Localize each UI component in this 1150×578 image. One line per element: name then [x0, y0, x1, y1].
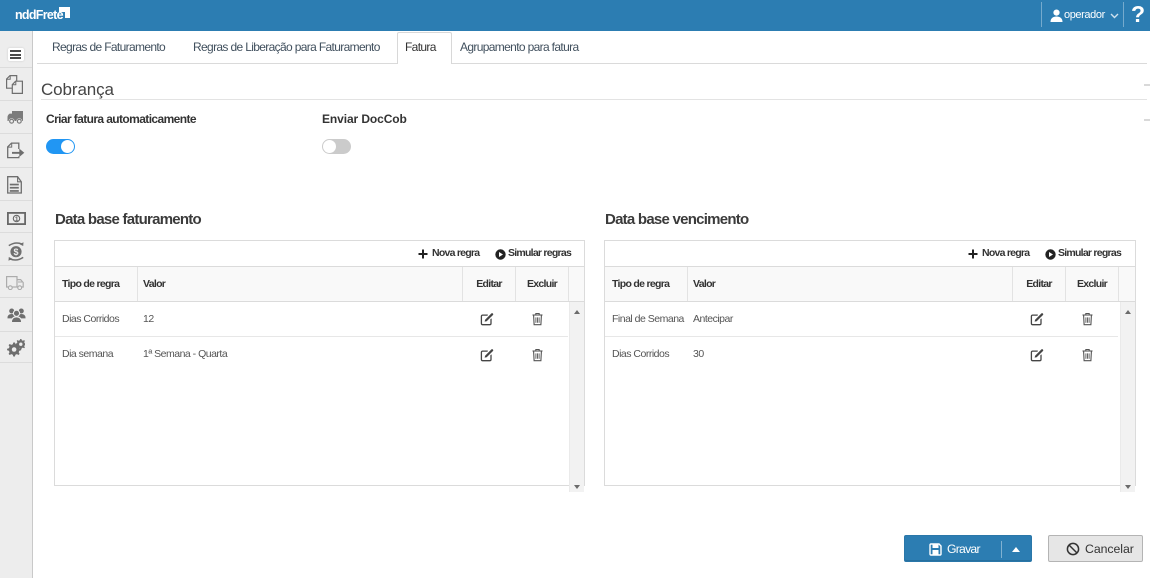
svg-text:1: 1: [14, 216, 18, 223]
svg-text:$: $: [13, 247, 18, 257]
